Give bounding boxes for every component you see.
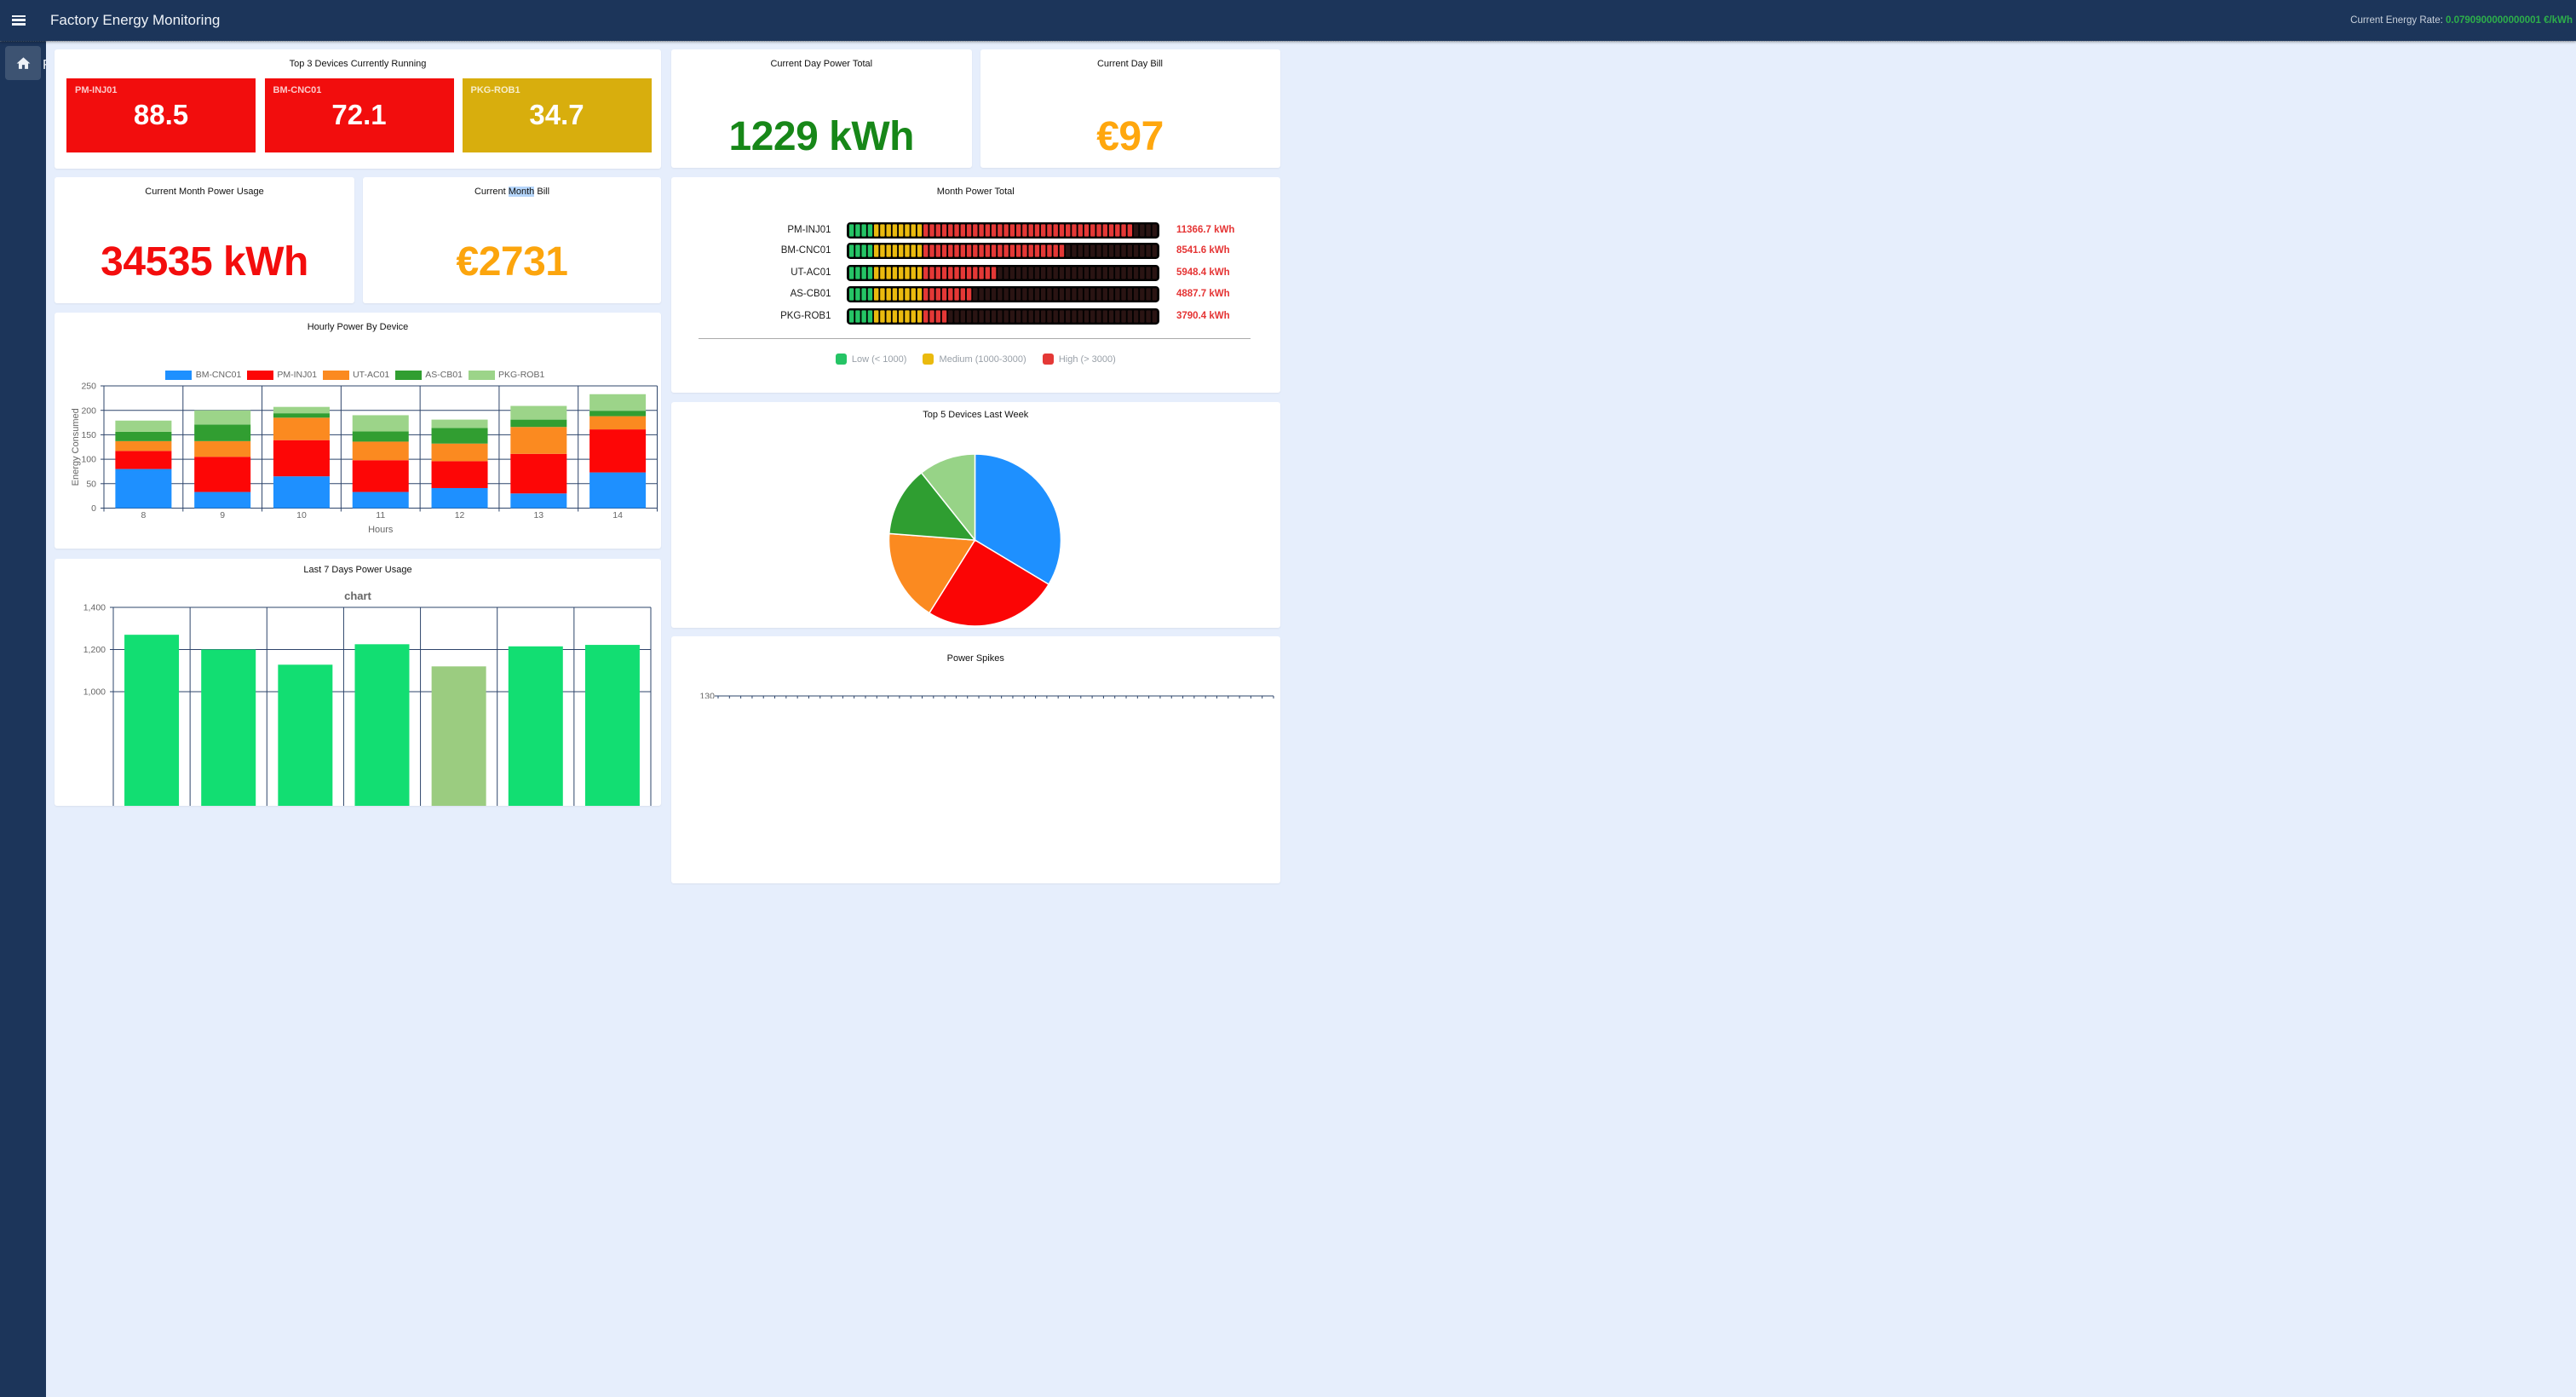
svg-text:100: 100 — [81, 455, 96, 465]
svg-text:150: 150 — [81, 430, 96, 440]
svg-text:13: 13 — [533, 510, 543, 520]
svg-text:12: 12 — [455, 510, 465, 520]
svg-text:11: 11 — [376, 510, 385, 520]
svg-text:Energy Consumed: Energy Consumed — [71, 408, 81, 486]
svg-text:14: 14 — [612, 510, 623, 520]
svg-text:0: 0 — [91, 503, 96, 514]
svg-text:130: 130 — [699, 692, 715, 698]
svg-text:250: 250 — [81, 382, 96, 392]
svg-text:9: 9 — [220, 510, 225, 520]
svg-text:Hours: Hours — [368, 525, 394, 535]
svg-text:1,400: 1,400 — [83, 603, 106, 613]
svg-text:10: 10 — [296, 510, 307, 520]
svg-text:8: 8 — [141, 510, 146, 520]
svg-text:1,200: 1,200 — [83, 645, 106, 655]
svg-text:1,000: 1,000 — [83, 687, 106, 698]
svg-text:200: 200 — [81, 405, 96, 416]
svg-text:50: 50 — [86, 479, 96, 489]
